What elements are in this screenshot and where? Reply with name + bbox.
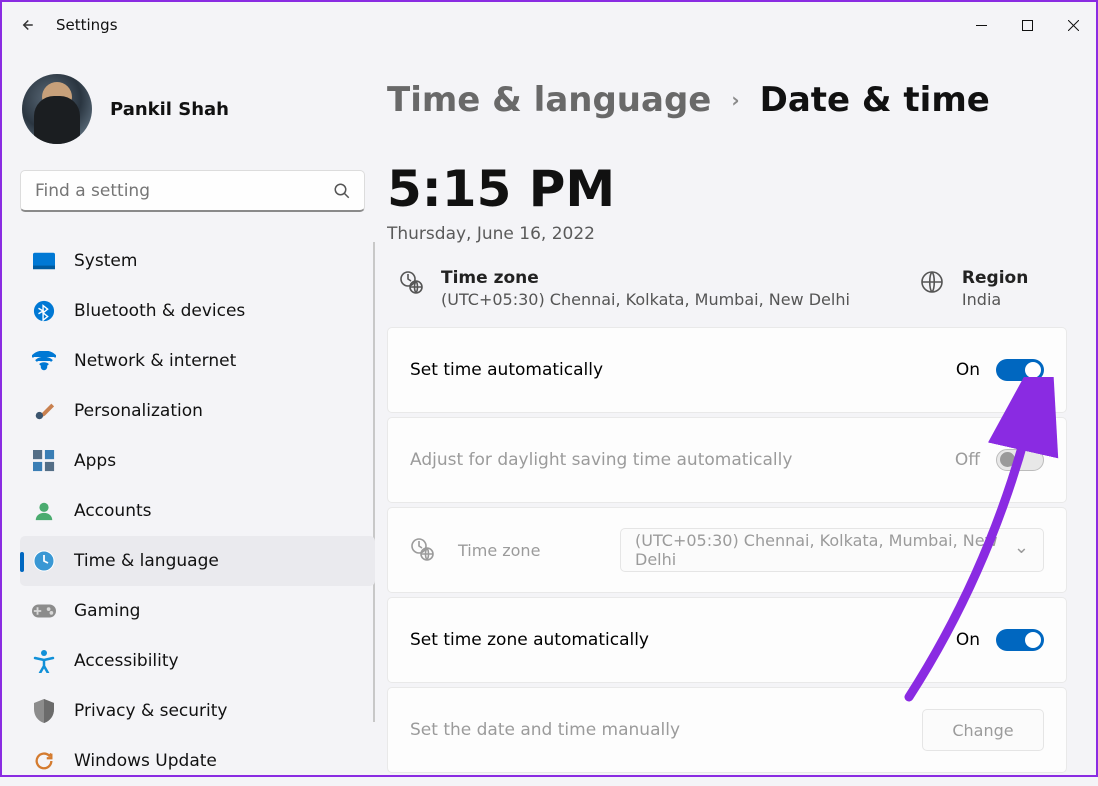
clock-globe-icon [410, 537, 434, 565]
chevron-right-icon: › [731, 88, 739, 112]
timezone-select: (UTC+05:30) Chennai, Kolkata, Mumbai, Ne… [620, 528, 1044, 572]
card-label: Set time automatically [410, 360, 603, 380]
card-label: Set time zone automatically [410, 630, 649, 650]
minimize-button[interactable] [958, 6, 1004, 44]
close-button[interactable] [1050, 6, 1096, 44]
accessibility-icon [32, 649, 56, 673]
sidebar-item-label: System [74, 251, 137, 271]
toggle-state-text: On [956, 630, 980, 650]
change-button: Change [922, 709, 1044, 751]
toggle-dst-auto [996, 449, 1044, 471]
gamepad-icon [32, 599, 56, 623]
sidebar-item-system[interactable]: System [20, 236, 375, 286]
sidebar-item-label: Network & internet [74, 351, 236, 371]
sidebar-item-time-language[interactable]: Time & language [20, 536, 375, 586]
sidebar-item-label: Apps [74, 451, 116, 471]
card-label: Adjust for daylight saving time automati… [410, 450, 792, 470]
sidebar-item-label: Accessibility [74, 651, 179, 671]
change-button-label: Change [952, 721, 1013, 740]
current-date: Thursday, June 16, 2022 [387, 224, 1088, 244]
region-value: India [962, 290, 1028, 309]
sidebar-item-accessibility[interactable]: Accessibility [20, 636, 375, 686]
timezone-select-value: (UTC+05:30) Chennai, Kolkata, Mumbai, Ne… [635, 531, 1003, 569]
sidebar-item-apps[interactable]: Apps [20, 436, 375, 486]
update-icon [32, 749, 56, 773]
sidebar-item-label: Privacy & security [74, 701, 228, 721]
breadcrumb-parent[interactable]: Time & language [387, 80, 711, 120]
shield-icon [32, 699, 56, 723]
sidebar-item-label: Bluetooth & devices [74, 301, 245, 321]
wifi-icon [32, 349, 56, 373]
toggle-set-time-auto[interactable] [996, 359, 1044, 381]
sidebar-item-bluetooth[interactable]: Bluetooth & devices [20, 286, 375, 336]
app-title: Settings [56, 16, 118, 34]
current-time: 5:15 PM [387, 160, 1088, 218]
sidebar-item-label: Personalization [74, 401, 203, 421]
timezone-label: Time zone [441, 268, 850, 288]
sidebar-item-label: Gaming [74, 601, 140, 621]
maximize-button[interactable] [1004, 6, 1050, 44]
card-set-manual: Set the date and time manually Change [387, 687, 1067, 773]
avatar [22, 74, 92, 144]
card-label: Time zone [458, 541, 540, 560]
clock-globe-icon [32, 549, 56, 573]
profile-name: Pankil Shah [110, 99, 229, 120]
search-input[interactable] [20, 170, 365, 212]
toggle-set-tz-auto[interactable] [996, 629, 1044, 651]
back-button[interactable] [16, 15, 36, 35]
timezone-summary: Time zone (UTC+05:30) Chennai, Kolkata, … [399, 268, 850, 309]
sidebar-item-gaming[interactable]: Gaming [20, 586, 375, 636]
search-icon [333, 182, 351, 204]
card-set-tz-auto: Set time zone automatically On [387, 597, 1067, 683]
card-label: Set the date and time manually [410, 720, 680, 740]
clock-globe-icon [399, 270, 423, 309]
region-summary: Region India [920, 268, 1028, 309]
toggle-state-text: On [956, 360, 980, 380]
sidebar-item-label: Accounts [74, 501, 152, 521]
card-dst-auto: Adjust for daylight saving time automati… [387, 417, 1067, 503]
brush-icon [32, 399, 56, 423]
sidebar-item-label: Time & language [74, 551, 219, 571]
sidebar-item-windows-update[interactable]: Windows Update [20, 736, 375, 786]
sidebar-item-personalization[interactable]: Personalization [20, 386, 375, 436]
toggle-state-text: Off [955, 450, 980, 470]
bluetooth-icon [32, 299, 56, 323]
person-icon [32, 499, 56, 523]
breadcrumb-current: Date & time [760, 80, 990, 120]
region-label: Region [962, 268, 1028, 288]
card-timezone: Time zone (UTC+05:30) Chennai, Kolkata, … [387, 507, 1067, 593]
profile[interactable]: Pankil Shah [20, 74, 387, 144]
titlebar: Settings [2, 2, 1096, 48]
sidebar: Pankil Shah System Bluetooth & devices N… [2, 48, 387, 775]
timezone-value: (UTC+05:30) Chennai, Kolkata, Mumbai, Ne… [441, 290, 850, 309]
sidebar-item-network[interactable]: Network & internet [20, 336, 375, 386]
globe-icon [920, 270, 944, 309]
apps-icon [32, 449, 56, 473]
card-set-time-auto: Set time automatically On [387, 327, 1067, 413]
sidebar-item-privacy[interactable]: Privacy & security [20, 686, 375, 736]
system-icon [32, 249, 56, 273]
sidebar-item-accounts[interactable]: Accounts [20, 486, 375, 536]
sidebar-item-label: Windows Update [74, 751, 217, 771]
main-pane: Time & language › Date & time 5:15 PM Th… [387, 48, 1096, 775]
breadcrumb: Time & language › Date & time [387, 80, 1088, 120]
